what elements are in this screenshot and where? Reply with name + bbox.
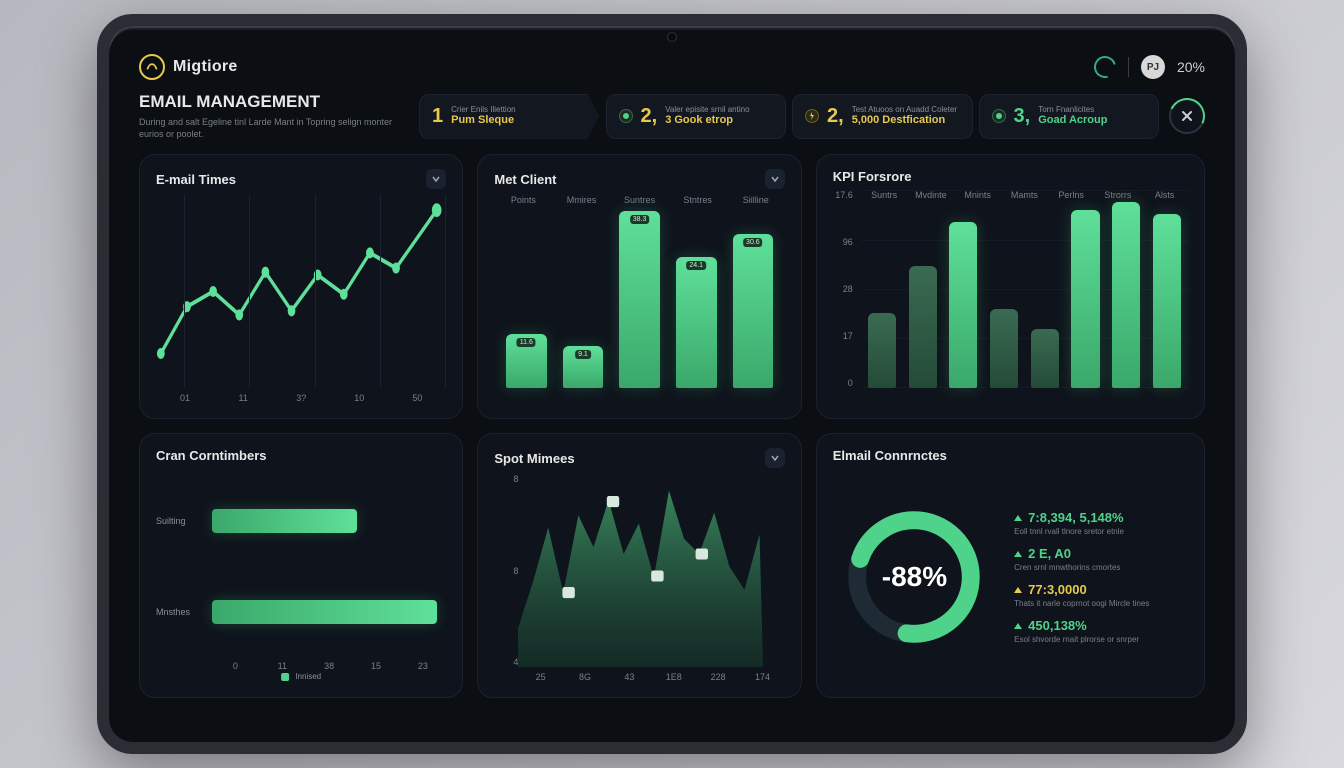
card-title: E-mail Times <box>156 172 236 187</box>
step-caption: Torn Fnanlicites <box>1038 106 1107 115</box>
app-screen: Migtiore PJ 20% EMAIL MANAGEMENT During … <box>109 30 1235 742</box>
expand-button[interactable] <box>765 448 785 468</box>
step-caption: Test Atuoos on Auadd Coleter <box>852 106 957 115</box>
expand-button[interactable] <box>765 169 785 189</box>
expand-button[interactable] <box>426 169 446 189</box>
card-title: Spot Mimees <box>494 451 574 466</box>
stats-list: 7:8,394, 5,148% Eoll tnnl rvall tlnore s… <box>1014 469 1188 685</box>
page-subtitle: During and salt Egeline tinl Larde Mant … <box>139 116 399 140</box>
step-caption: Valer episite srnil antino <box>665 106 749 115</box>
stat-item: 450,138% Esol shvorde rnait plrorse or s… <box>1014 618 1188 644</box>
x-axis: 011381523 <box>156 661 446 671</box>
close-icon <box>1181 110 1193 122</box>
step-1[interactable]: 1 Crier Enils Iliettion Pum Sleque <box>419 94 600 139</box>
top-bar: Migtiore PJ 20% <box>139 54 1205 80</box>
trend-up-icon <box>1014 551 1022 557</box>
chevron-down-icon <box>431 174 441 184</box>
step-number: 2, <box>827 105 844 128</box>
x-axis: 01113?1050 <box>156 393 446 403</box>
step-label: Pum Sleque <box>451 114 515 126</box>
trend-up-icon <box>1014 515 1022 521</box>
brand-logo-icon <box>139 54 165 80</box>
header-percent: 20% <box>1177 59 1205 75</box>
card-email-times: E-mail Times 011 <box>139 154 463 419</box>
step-number: 2, <box>641 105 658 128</box>
page-title-block: EMAIL MANAGEMENT During and salt Egeline… <box>139 92 399 140</box>
donut-center-label: -88% <box>882 561 947 593</box>
trend-up-icon <box>1014 623 1022 629</box>
progress-ring-icon[interactable] <box>1090 52 1120 82</box>
card-met-client: Met Client 11.6 9.1 38.3 24.1 30.6 Point… <box>477 154 801 419</box>
hbar-chart[interactable]: Suilting Mnsthes 011381523 Innised <box>156 469 446 685</box>
line-chart[interactable]: 01113?1050 <box>156 195 446 406</box>
brand-name: Migtiore <box>173 58 238 76</box>
bolt-icon <box>805 109 819 123</box>
front-camera <box>667 32 677 42</box>
step-2[interactable]: 2, Valer episite srnil antino 3 Gook etr… <box>606 94 787 139</box>
card-title: Elmail Connrnctes <box>833 448 947 463</box>
step-4[interactable]: 3, Torn Fnanlicites Goad Acroup <box>979 94 1160 139</box>
step-3[interactable]: 2, Test Atuoos on Auadd Coleter 5,000 De… <box>792 94 973 139</box>
stat-item: 2 E, A0 Cren srnl mnwthorins cmortes <box>1014 546 1188 572</box>
top-right-controls: PJ 20% <box>1094 55 1205 79</box>
step-label: Goad Acroup <box>1038 114 1107 126</box>
x-axis: 258G431E8228174 <box>494 672 784 682</box>
y-axis: 884 <box>494 474 518 667</box>
card-cran: Cran Corntimbers Suilting Mnsthes <box>139 433 463 698</box>
card-kpi: KPI Forsrore 17.69628170 <box>816 154 1205 419</box>
step-number: 1 <box>432 105 443 128</box>
line-chart-svg <box>156 195 446 388</box>
dashboard-grid: E-mail Times 011 <box>139 154 1205 698</box>
page-title: EMAIL MANAGEMENT <box>139 92 399 112</box>
step-caption: Crier Enils Iliettion <box>451 106 515 115</box>
step-label: 3 Gook etrop <box>665 114 749 126</box>
stat-item: 77:3,0000 Thats it narle coprnot oogi Mi… <box>1014 582 1188 608</box>
divider <box>1128 57 1129 77</box>
title-row: EMAIL MANAGEMENT During and salt Egeline… <box>139 92 1205 140</box>
steps-strip: 1 Crier Enils Iliettion Pum Sleque 2, Va… <box>419 92 1205 140</box>
tablet-bezel: Migtiore PJ 20% EMAIL MANAGEMENT During … <box>97 14 1247 754</box>
card-email-conn: Elmail Connrnctes -88% 7:8,394, 5,148% E <box>816 433 1205 698</box>
info-icon <box>619 109 633 123</box>
dot-icon <box>992 109 1006 123</box>
card-title: Cran Corntimbers <box>156 448 267 463</box>
y-axis: 17.69628170 <box>833 190 857 388</box>
chevron-down-icon <box>770 174 780 184</box>
card-spot: Spot Mimees 884 <box>477 433 801 698</box>
trend-up-icon <box>1014 587 1022 593</box>
step-label: 5,000 Destfication <box>852 114 957 126</box>
step-number: 3, <box>1014 105 1031 128</box>
bar-chart[interactable]: 17.69628170 SuntrsMvdinteMnin <box>833 190 1188 406</box>
donut-chart[interactable]: -88% <box>833 469 996 685</box>
legend: Innised <box>281 672 321 681</box>
avatar[interactable]: PJ <box>1141 55 1165 79</box>
card-title: KPI Forsrore <box>833 169 912 184</box>
area-chart-svg <box>494 474 784 667</box>
card-title: Met Client <box>494 172 556 187</box>
chevron-down-icon <box>770 453 780 463</box>
brand[interactable]: Migtiore <box>139 54 238 80</box>
bar-chart[interactable]: 11.6 9.1 38.3 24.1 30.6 PointsMmiresSunt… <box>494 195 784 406</box>
stat-item: 7:8,394, 5,148% Eoll tnnl rvall tlnore s… <box>1014 510 1188 536</box>
donut-and-stats: -88% 7:8,394, 5,148% Eoll tnnl rvall tln… <box>833 469 1188 685</box>
area-chart[interactable]: 884 258G431E8228174 <box>494 474 784 685</box>
close-button[interactable] <box>1169 98 1205 134</box>
